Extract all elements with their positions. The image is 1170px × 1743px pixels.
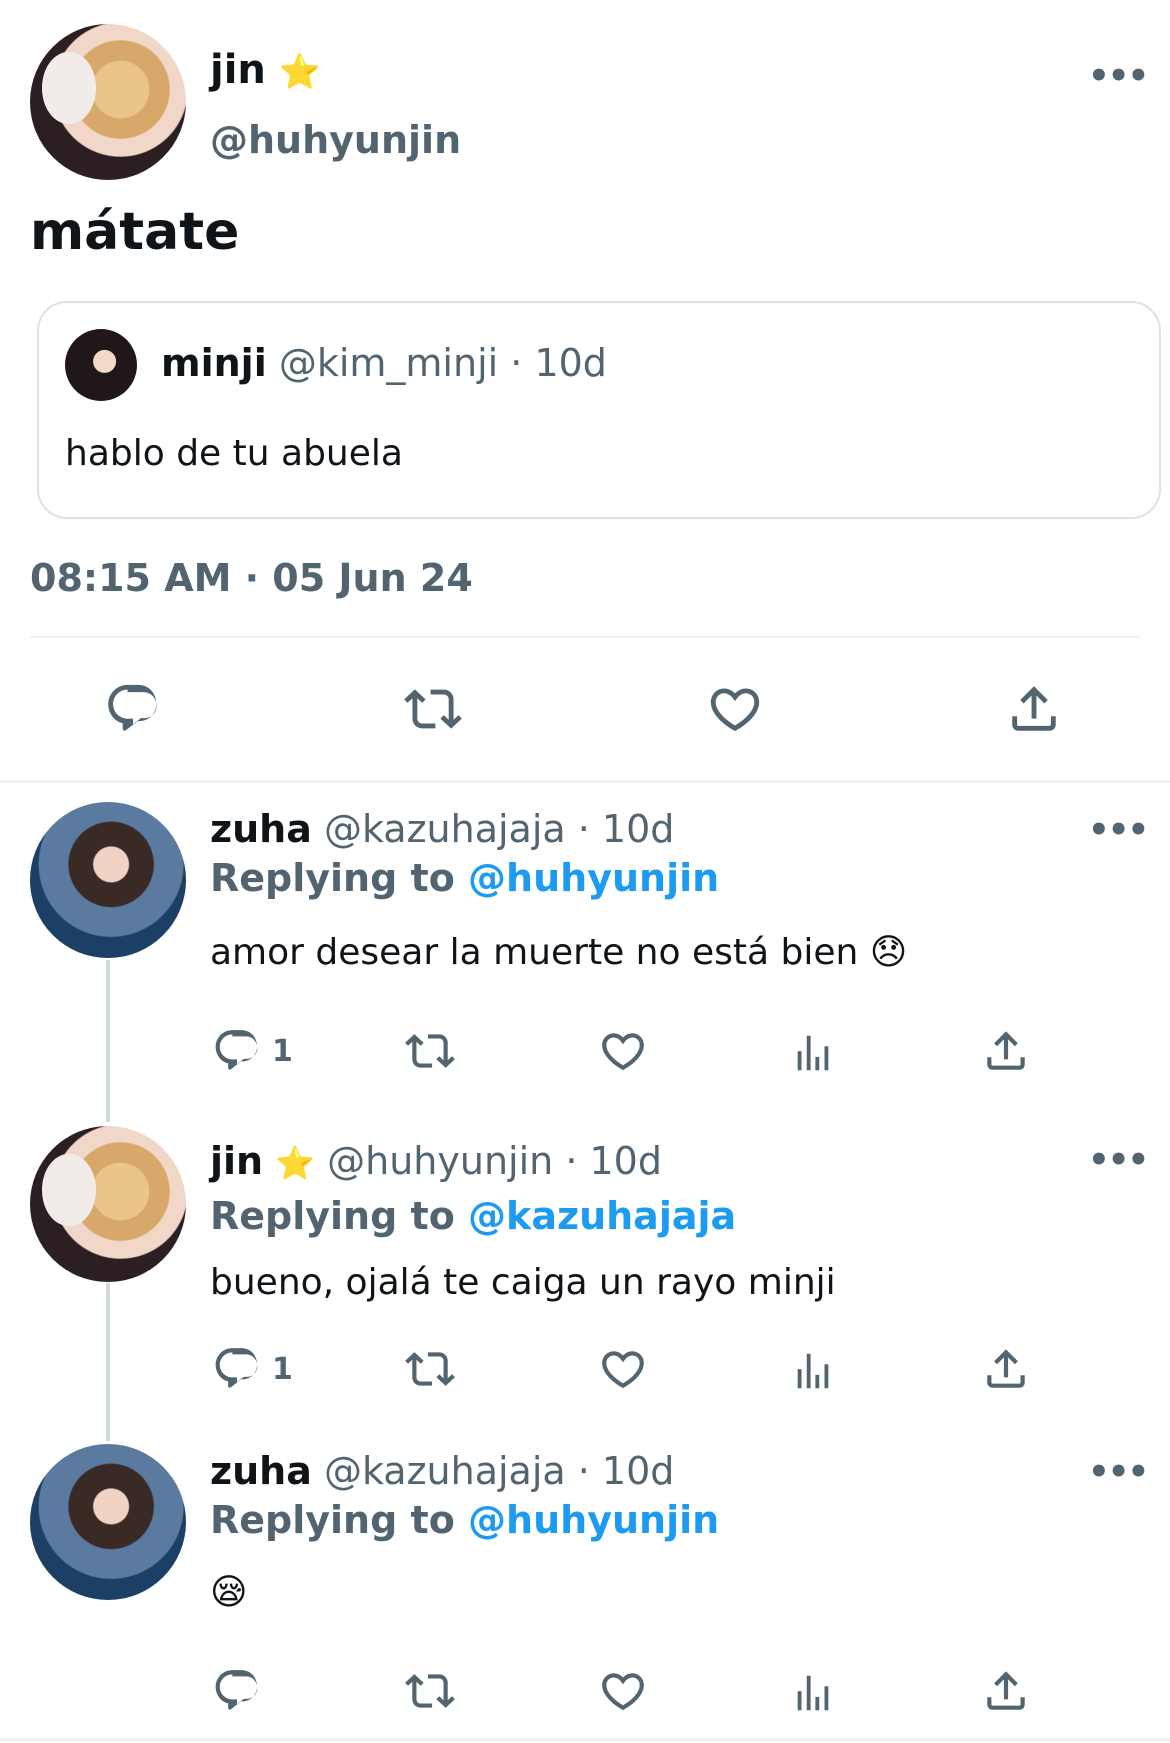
divider	[0, 1738, 1170, 1741]
star-badge-icon: ⭐	[278, 52, 321, 92]
thread-line	[106, 960, 110, 1122]
replying-to-link[interactable]: @huhyunjin	[468, 1498, 719, 1542]
sleepy-emoji-icon: 😪	[210, 1572, 248, 1613]
share-icon[interactable]	[980, 1666, 1032, 1716]
retweet-icon[interactable]	[402, 1026, 458, 1076]
heart-icon[interactable]	[596, 1344, 650, 1394]
views-icon[interactable]	[790, 1028, 836, 1078]
reply-header: zuha @kazuhajaja · 10d	[210, 1446, 674, 1496]
more-icon[interactable]: •••	[1088, 813, 1149, 847]
replying-to-label: Replying to	[210, 856, 455, 900]
quote-text: hablo de tu abuela	[65, 433, 403, 474]
quote-author-name: minji	[161, 341, 267, 385]
more-icon[interactable]: •••	[1088, 1143, 1149, 1177]
views-icon[interactable]	[790, 1668, 836, 1718]
replying-to: Replying to @huhyunjin	[210, 856, 719, 900]
retweet-icon[interactable]	[402, 1344, 458, 1394]
author-name[interactable]: jin	[210, 1139, 263, 1183]
avatar[interactable]	[30, 24, 186, 180]
replying-to-link[interactable]: @huhyunjin	[468, 856, 719, 900]
retweet-icon[interactable]	[402, 680, 464, 738]
reply-icon[interactable]	[104, 680, 162, 738]
disappointed-emoji-icon: 😞	[869, 932, 908, 973]
divider	[0, 780, 1170, 783]
more-icon[interactable]: •••	[1088, 59, 1149, 93]
avatar[interactable]	[30, 1444, 186, 1600]
views-icon[interactable]	[790, 1346, 836, 1396]
reply-text: bueno, ojalá te caiga un rayo minji	[210, 1262, 836, 1303]
quote-tweet-card[interactable]: minji @kim_minji · 10d hablo de tu abuel…	[37, 301, 1161, 519]
author-handle[interactable]: @kazuhajaja · 10d	[324, 807, 674, 851]
author-handle[interactable]: @huhyunjin · 10d	[327, 1139, 662, 1183]
retweet-icon[interactable]	[402, 1666, 458, 1716]
reply-header: jin ⭐ @huhyunjin · 10d	[210, 1136, 662, 1188]
share-icon[interactable]	[1004, 680, 1064, 738]
reply-icon[interactable]	[212, 1666, 262, 1716]
more-icon[interactable]: •••	[1088, 1455, 1149, 1489]
author-name[interactable]: jin	[210, 47, 266, 93]
tweet-timestamp[interactable]: 08:15 AM · 05 Jun 24	[30, 556, 473, 600]
author-handle[interactable]: @huhyunjin	[210, 118, 461, 162]
heart-icon[interactable]	[704, 680, 766, 738]
author-handle[interactable]: @kazuhajaja · 10d	[324, 1449, 674, 1493]
star-badge-icon: ⭐	[275, 1144, 316, 1182]
reply-text: amor desear la muerte no está bien 😞	[210, 932, 907, 973]
divider	[30, 636, 1140, 638]
quote-author-handle: @kim_minji	[278, 341, 499, 385]
replying-to-label: Replying to	[210, 1498, 455, 1542]
quote-time: · 10d	[510, 341, 607, 385]
avatar[interactable]	[30, 802, 186, 958]
thread-line	[106, 1283, 110, 1441]
share-icon[interactable]	[980, 1344, 1032, 1394]
heart-icon[interactable]	[596, 1026, 650, 1076]
tweet-text: mátate	[30, 202, 240, 262]
reply-count: 1	[272, 1034, 293, 1069]
reply-header: zuha @kazuhajaja · 10d	[210, 804, 674, 854]
reply-icon[interactable]	[212, 1344, 262, 1394]
reply-text-body: amor desear la muerte no está bien	[210, 932, 859, 973]
reply-icon[interactable]	[212, 1026, 262, 1076]
author-name[interactable]: zuha	[210, 1449, 312, 1493]
reply-count: 1	[272, 1352, 293, 1387]
replying-to: Replying to @kazuhajaja	[210, 1194, 736, 1238]
author-name-row: jin ⭐	[210, 44, 321, 98]
replying-to-link[interactable]: @kazuhajaja	[468, 1194, 736, 1238]
quote-header: minji @kim_minji · 10d	[161, 339, 607, 387]
avatar[interactable]	[30, 1126, 186, 1282]
heart-icon[interactable]	[596, 1666, 650, 1716]
replying-to: Replying to @huhyunjin	[210, 1498, 719, 1542]
share-icon[interactable]	[980, 1026, 1032, 1076]
avatar	[65, 329, 137, 401]
replying-to-label: Replying to	[210, 1194, 455, 1238]
author-name[interactable]: zuha	[210, 807, 312, 851]
